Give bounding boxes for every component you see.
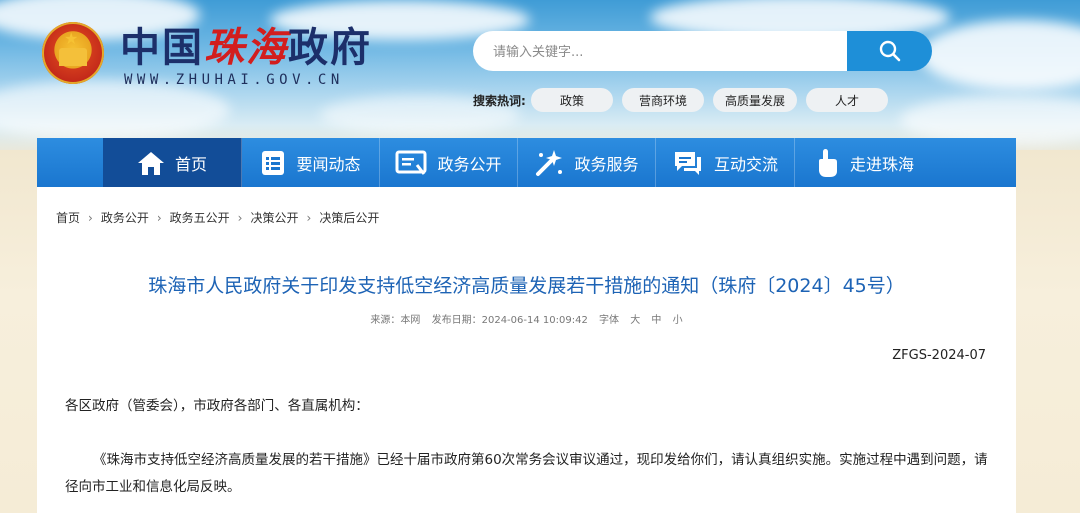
article-salutation: 各区政府（管委会），市政府各部门、各直属机构：: [65, 398, 369, 414]
font-size-label: 字体: [599, 315, 620, 326]
article-source: 来源：本网: [370, 315, 421, 326]
logo-prefix: 中国: [120, 25, 204, 71]
nav-label: 首页: [174, 154, 207, 174]
chevron-right-icon: ›: [88, 210, 93, 225]
search-icon: [879, 40, 900, 62]
nav-label: 要闻动态: [296, 154, 361, 174]
article-date: 发布日期：2024-06-14 10:09:42: [431, 315, 588, 326]
nav-label: 政务公开: [437, 154, 502, 174]
hot-tag[interactable]: 人才: [806, 88, 888, 112]
font-size-small-button[interactable]: 小: [673, 315, 683, 326]
article-meta: 来源：本网 发布日期：2024-06-14 10:09:42 字体 大 中 小: [37, 311, 1016, 326]
cloud: [920, 20, 1080, 90]
breadcrumb-link[interactable]: 首页: [56, 209, 80, 226]
nav-item-about-zhuhai[interactable]: 走进珠海: [795, 138, 933, 187]
site-url-text: WWW.ZHUHAI.GOV.CN: [124, 72, 344, 88]
breadcrumb-link[interactable]: 决策公开: [250, 209, 298, 226]
chevron-right-icon: ›: [237, 210, 243, 225]
logo-city: 珠海: [204, 25, 288, 71]
breadcrumb-link[interactable]: 政务公开: [101, 209, 149, 226]
article-panel: 首页 › 政务公开 › 政务五公开 › 决策公开 › 决策后公开 珠海市人民政府…: [37, 187, 1016, 513]
hand-pointer-icon: [818, 148, 837, 177]
hot-tag[interactable]: 政策: [531, 88, 613, 112]
cloud: [0, 80, 230, 140]
search-input[interactable]: [491, 31, 835, 73]
breadcrumb-link[interactable]: 政务五公开: [170, 209, 230, 226]
font-size-large-button[interactable]: 大: [630, 315, 640, 326]
nav-item-home[interactable]: 首页: [103, 138, 242, 187]
document-number: ZFGS-2024-07: [892, 348, 986, 363]
search-button[interactable]: [847, 31, 932, 71]
service-sparkle-icon: [536, 149, 563, 176]
logo-suffix: 政府: [288, 25, 372, 71]
news-list-icon: [262, 150, 285, 175]
nav-label: 走进珠海: [849, 154, 914, 174]
chevron-right-icon: ›: [156, 210, 162, 225]
font-size-medium-button[interactable]: 中: [651, 315, 661, 326]
home-icon: [137, 151, 164, 175]
nav-item-gov-affairs[interactable]: 政务公开: [380, 138, 518, 187]
chat-bubble-icon: [674, 151, 701, 175]
nav-label: 政务服务: [574, 154, 639, 174]
national-emblem-icon: ★: [42, 22, 104, 84]
hot-tag[interactable]: 营商环境: [622, 88, 704, 112]
nav-item-interaction[interactable]: 互动交流: [656, 138, 795, 187]
document-icon: [395, 150, 427, 175]
main-nav: 首页 要闻动态 政务公开 政务服务 互动交流 走进珠海: [37, 138, 1016, 187]
breadcrumb-link[interactable]: 决策后公开: [319, 209, 379, 226]
hot-tag[interactable]: 高质量发展: [713, 88, 797, 112]
hot-search-label: 搜索热词:: [473, 94, 526, 108]
nav-item-gov-services[interactable]: 政务服务: [518, 138, 656, 187]
nav-label: 互动交流: [713, 154, 778, 174]
article-title: 珠海市人民政府关于印发支持低空经济高质量发展若干措施的通知（珠府〔2024〕45…: [148, 275, 905, 297]
nav-item-news[interactable]: 要闻动态: [242, 138, 380, 187]
article-body-paragraph: 《珠海市支持低空经济高质量发展的若干措施》已经十届市政府第60次常务会议审议通过…: [65, 452, 988, 495]
search-box: [473, 31, 847, 73]
breadcrumb: 首页 › 政务公开 › 政务五公开 › 决策公开 › 决策后公开: [56, 209, 379, 226]
site-logo[interactable]: 中国珠海政府: [120, 26, 372, 70]
chevron-right-icon: ›: [306, 210, 312, 225]
